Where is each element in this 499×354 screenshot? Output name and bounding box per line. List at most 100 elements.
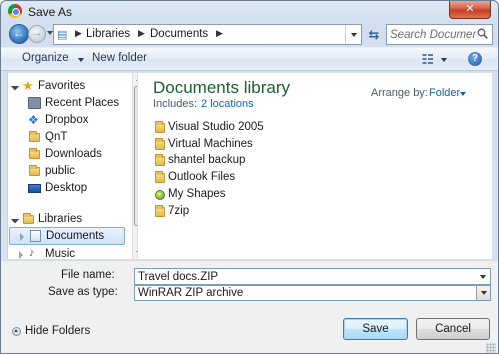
star-icon: ★ — [22, 78, 34, 93]
list-item[interactable]: shantel backup — [153, 153, 353, 169]
list-item[interactable]: Outlook Files — [153, 170, 353, 186]
recent-places-icon — [28, 97, 41, 109]
breadcrumb-libraries[interactable]: Libraries — [86, 28, 130, 40]
expand-collapse-icon[interactable] — [10, 214, 20, 224]
list-item-name: Virtual Machines — [168, 138, 253, 150]
expand-collapse-icon[interactable] — [20, 233, 24, 241]
refresh-icon: ⇆ — [368, 27, 380, 42]
arrange-by-label: Arrange by: — [371, 87, 428, 99]
window-title: Save As — [28, 5, 73, 19]
nav-item-label: Music — [45, 248, 76, 259]
forward-button[interactable]: → — [28, 25, 46, 43]
desktop-icon — [28, 184, 41, 193]
save-options-panel: File name: Save as type: WinRAR ZIP arch… — [1, 260, 498, 353]
nav-item-label: Desktop — [45, 182, 88, 194]
folder-icon — [29, 165, 40, 176]
nav-item-music[interactable]: ♪ Music — [8, 246, 126, 259]
breadcrumb-separator-icon[interactable]: ▶ — [75, 28, 82, 39]
organize-button[interactable]: Organize — [22, 52, 69, 64]
nav-item-downloads[interactable]: Downloads — [8, 146, 126, 163]
locations-link[interactable]: 2 locations — [201, 98, 254, 110]
list-item-name: My Shapes — [168, 188, 226, 200]
save-button[interactable]: Save — [343, 318, 408, 340]
breadcrumb-separator-icon[interactable]: ▶ — [138, 28, 145, 39]
chevron-down-icon[interactable] — [476, 286, 490, 300]
dropbox-icon: ❖ — [28, 113, 39, 127]
navigation-pane: ★ Favorites Recent Places ❖ Dropbox QnT … — [7, 73, 137, 259]
expand-collapse-icon[interactable] — [10, 81, 20, 91]
nav-item-documents[interactable]: Documents — [9, 227, 125, 245]
folder-icon — [155, 138, 165, 150]
organize-dropdown-arrow-icon[interactable] — [78, 58, 84, 62]
library-includes: Includes: 2 locations — [153, 98, 254, 110]
expand-collapse-icon[interactable] — [19, 251, 23, 259]
nav-item-qnt[interactable]: QnT — [8, 129, 126, 146]
scroll-thumb[interactable] — [134, 86, 137, 226]
scroll-down-icon[interactable] — [136, 251, 137, 255]
list-item-name: shantel backup — [168, 154, 246, 166]
back-button[interactable]: ← — [9, 24, 29, 44]
save-as-type-value: WinRAR ZIP archive — [138, 287, 244, 299]
nav-item-label: public — [45, 165, 76, 177]
list-item[interactable]: 7zip — [153, 204, 353, 220]
arrange-by-dropdown-icon[interactable] — [460, 92, 466, 96]
includes-label: Includes: — [153, 98, 198, 110]
title-bar[interactable]: Save As ✕ — [1, 1, 498, 21]
list-item[interactable]: My Shapes — [153, 187, 353, 203]
folder-icon — [155, 121, 165, 133]
nav-item-desktop[interactable]: Desktop — [8, 180, 126, 197]
folder-icon — [29, 131, 40, 142]
breadcrumb-documents[interactable]: Documents — [150, 28, 208, 40]
cancel-button[interactable]: Cancel — [416, 318, 490, 340]
save-as-dialog: Save As ✕ ← → ▤ ▶ Libraries ▶ Documents … — [0, 0, 499, 354]
libraries-icon: ▤ — [57, 29, 68, 41]
hide-folders-label: Hide Folders — [25, 325, 91, 337]
nav-item-public[interactable]: public — [8, 163, 126, 180]
scroll-up-icon[interactable] — [136, 77, 137, 81]
search-icon — [477, 28, 488, 39]
list-item-name: Visual Studio 2005 — [168, 121, 264, 133]
search-input[interactable] — [390, 27, 476, 42]
hide-folders-icon — [12, 327, 21, 336]
refresh-button[interactable]: ⇆ — [365, 25, 383, 44]
nav-pane-scrollbar[interactable] — [132, 73, 137, 259]
nav-item-label: Libraries — [38, 213, 83, 225]
libraries-icon — [23, 213, 34, 224]
file-name-dropdown-icon[interactable] — [477, 270, 489, 283]
list-item[interactable]: Visual Studio 2005 — [153, 120, 353, 136]
save-as-type-label: Save as type: — [48, 286, 118, 298]
nav-item-label: Recent Places — [45, 97, 120, 109]
address-dropdown-button[interactable] — [345, 25, 361, 44]
nav-item-recent-places[interactable]: Recent Places — [8, 95, 126, 112]
nav-item-libraries[interactable]: Libraries — [8, 211, 126, 228]
nav-item-dropbox[interactable]: ❖ Dropbox — [8, 112, 126, 129]
help-button[interactable]: ? — [468, 52, 482, 66]
file-list-pane: Documents library Includes: 2 locations A… — [138, 73, 492, 259]
address-bar[interactable]: ▤ ▶ Libraries ▶ Documents ▶ — [53, 24, 362, 45]
forward-arrow-icon: → — [31, 27, 43, 39]
folder-icon — [155, 205, 165, 217]
arrange-by-dropdown[interactable]: Folder — [429, 87, 460, 99]
resize-grip-icon[interactable] — [486, 343, 496, 353]
new-folder-button[interactable]: New folder — [92, 52, 147, 64]
list-item-name: Outlook Files — [168, 171, 236, 183]
command-toolbar: Organize New folder ? — [1, 47, 498, 71]
nav-item-label: Downloads — [45, 148, 102, 160]
change-view-icon[interactable] — [422, 53, 434, 65]
save-as-type-select[interactable]: WinRAR ZIP archive — [134, 285, 491, 301]
list-item[interactable]: Virtual Machines — [153, 137, 353, 153]
search-box[interactable] — [386, 24, 493, 45]
chrome-app-icon — [8, 4, 22, 18]
close-button[interactable]: ✕ — [449, 1, 491, 19]
file-name-label: File name: — [61, 269, 115, 281]
nav-item-label: Favorites — [38, 80, 86, 92]
nav-item-favorites[interactable]: ★ Favorites — [8, 78, 126, 95]
list-item-name: 7zip — [168, 205, 190, 217]
music-icon: ♪ — [29, 247, 35, 259]
view-options-dropdown-icon[interactable] — [441, 58, 447, 62]
downloads-icon — [29, 148, 40, 159]
address-row: ← → ▤ ▶ Libraries ▶ Documents ▶ ⇆ — [1, 22, 498, 46]
breadcrumb-separator-icon[interactable]: ▶ — [216, 28, 223, 39]
close-icon: ✕ — [465, 3, 475, 15]
file-name-field[interactable] — [134, 268, 491, 285]
